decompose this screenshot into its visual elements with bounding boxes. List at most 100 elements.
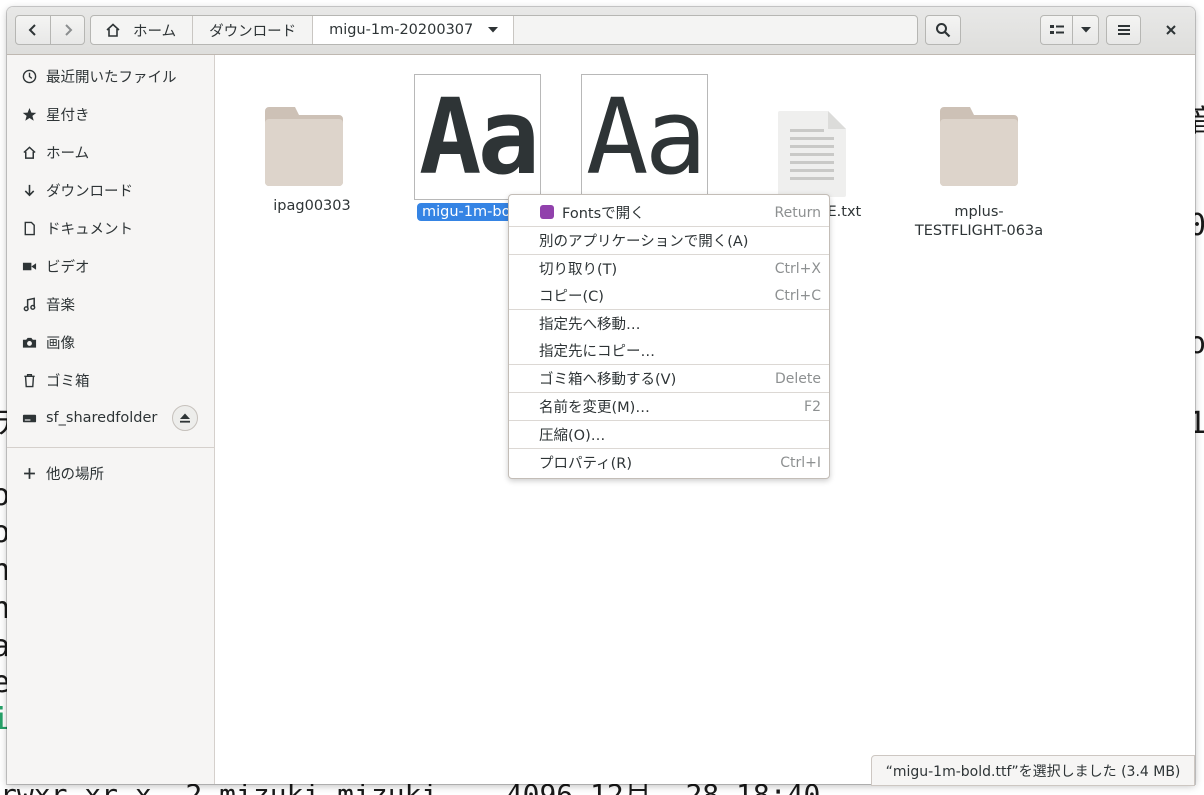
clock-icon bbox=[20, 67, 38, 85]
breadcrumb: ホーム ダウンロード migu-1m-20200307 bbox=[90, 15, 918, 45]
menu-item-label: Fontsで開く bbox=[562, 206, 645, 222]
home-icon bbox=[106, 23, 120, 37]
back-button[interactable] bbox=[15, 15, 51, 45]
menu-item-open-with-fonts[interactable]: Fontsで開く Return bbox=[509, 199, 829, 226]
menu-item-accelerator: Delete bbox=[775, 370, 821, 387]
sidebar-item-downloads[interactable]: ダウンロード bbox=[7, 172, 214, 208]
breadcrumb-downloads[interactable]: ダウンロード bbox=[193, 16, 314, 44]
dropdown-triangle-icon bbox=[488, 27, 499, 33]
font-thumbnail-bold[interactable]: Aa bbox=[414, 74, 541, 200]
breadcrumb-label: ダウンロード bbox=[209, 23, 297, 40]
drive-icon bbox=[20, 409, 38, 427]
context-menu: Fontsで開く Return 別のアプリケーションで開く(A) 切り取り(T)… bbox=[508, 194, 830, 479]
breadcrumb-label: migu-1m-20200307 bbox=[329, 22, 474, 38]
sidebar-item-trash[interactable]: ゴミ箱 bbox=[7, 362, 214, 398]
folder-item[interactable] bbox=[265, 107, 343, 190]
sidebar-item-home[interactable]: ホーム bbox=[7, 134, 214, 170]
menu-item-label: コピー(C) bbox=[539, 289, 604, 305]
font-preview-text: Aa bbox=[585, 76, 707, 198]
sidebar-item-videos[interactable]: ビデオ bbox=[7, 248, 214, 284]
sidebar-item-pictures[interactable]: 画像 bbox=[7, 324, 214, 360]
close-button[interactable] bbox=[1155, 15, 1187, 45]
sidebar-item-documents[interactable]: ドキュメント bbox=[7, 210, 214, 246]
menu-item-copy-to[interactable]: 指定先にコピー… bbox=[509, 337, 829, 364]
menu-item-cut[interactable]: 切り取り(T) Ctrl+X bbox=[509, 255, 829, 282]
menu-item-accelerator: Return bbox=[774, 204, 821, 221]
menu-item-label: 別のアプリケーションで開く(A) bbox=[539, 234, 749, 250]
menu-item-move-to[interactable]: 指定先へ移動… bbox=[509, 310, 829, 337]
selection-status: “migu-1m-bold.ttf”を選択しました (3.4 MB) bbox=[871, 755, 1195, 786]
sidebar-item-label: 音楽 bbox=[46, 297, 75, 314]
folder-icon bbox=[940, 107, 1018, 186]
menu-item-properties[interactable]: プロパティ(R) Ctrl+I bbox=[509, 449, 829, 476]
document-icon bbox=[20, 219, 38, 237]
sidebar-divider bbox=[7, 447, 214, 448]
trash-icon bbox=[20, 371, 38, 389]
breadcrumb-label: ホーム bbox=[133, 23, 177, 40]
sidebar-item-label: ドキュメント bbox=[46, 221, 133, 238]
menu-item-label: 指定先へ移動… bbox=[539, 317, 641, 333]
sidebar-item-music[interactable]: 音楽 bbox=[7, 286, 214, 322]
sidebar-item-label: 最近開いたファイル bbox=[46, 69, 177, 86]
sidebar: 最近開いたファイル 星付き ホーム ダウンロード ドキュメント ビデオ 音楽 画… bbox=[7, 55, 215, 784]
chevron-left-icon bbox=[28, 24, 36, 36]
file-name: mplus- TESTFLIGHT-063a bbox=[904, 203, 1054, 241]
menu-item-accelerator: Ctrl+C bbox=[774, 287, 821, 304]
music-note-icon bbox=[20, 295, 38, 313]
close-icon bbox=[1166, 25, 1176, 35]
sidebar-item-recent[interactable]: 最近開いたファイル bbox=[7, 58, 214, 94]
headerbar: ホーム ダウンロード migu-1m-20200307 bbox=[7, 7, 1195, 55]
file-name-line: mplus- bbox=[954, 204, 1004, 220]
sidebar-item-label: ゴミ箱 bbox=[46, 373, 90, 390]
plus-icon bbox=[20, 464, 38, 482]
font-thumbnail-regular[interactable]: Aa bbox=[581, 74, 708, 200]
menu-button[interactable] bbox=[1106, 15, 1141, 45]
download-arrow-icon bbox=[20, 181, 38, 199]
eject-button[interactable] bbox=[172, 405, 198, 431]
dropdown-triangle-icon bbox=[1080, 27, 1091, 33]
menu-item-label: プロパティ(R) bbox=[539, 456, 633, 472]
sidebar-item-label: ホーム bbox=[46, 145, 90, 162]
menu-item-open-with-other[interactable]: 別のアプリケーションで開く(A) bbox=[509, 227, 829, 254]
hamburger-menu-icon bbox=[1117, 25, 1130, 35]
menu-item-label: 名前を変更(M)… bbox=[539, 400, 650, 416]
folder-icon bbox=[265, 107, 343, 186]
search-icon bbox=[936, 23, 951, 38]
menu-item-label: 指定先にコピー… bbox=[539, 344, 655, 360]
menu-item-compress[interactable]: 圧縮(O)… bbox=[509, 421, 829, 448]
menu-item-copy[interactable]: コピー(C) Ctrl+C bbox=[509, 282, 829, 309]
sidebar-item-starred[interactable]: 星付き bbox=[7, 96, 214, 132]
eject-icon bbox=[180, 413, 190, 423]
sidebar-item-label: 他の場所 bbox=[46, 466, 104, 483]
video-icon bbox=[20, 257, 38, 275]
menu-item-accelerator: F2 bbox=[804, 398, 821, 415]
sidebar-item-label: 画像 bbox=[46, 335, 75, 352]
text-file-item[interactable] bbox=[778, 111, 846, 201]
sidebar-item-label: ビデオ bbox=[46, 259, 90, 276]
chevron-right-icon bbox=[64, 24, 72, 36]
fonts-app-icon bbox=[540, 205, 554, 219]
menu-item-rename[interactable]: 名前を変更(M)… F2 bbox=[509, 393, 829, 420]
menu-item-label: 切り取り(T) bbox=[539, 262, 618, 278]
forward-button[interactable] bbox=[50, 15, 85, 45]
search-button[interactable] bbox=[925, 15, 961, 45]
folder-item[interactable] bbox=[940, 107, 1018, 190]
breadcrumb-home[interactable]: ホーム bbox=[91, 16, 194, 44]
sidebar-item-label: ダウンロード bbox=[46, 183, 133, 200]
file-name: ipag00303 bbox=[273, 198, 351, 214]
font-preview-text: Aa bbox=[418, 76, 540, 198]
view-options-button[interactable] bbox=[1072, 15, 1099, 45]
menu-item-label: ゴミ箱へ移動する(V) bbox=[539, 372, 677, 388]
sidebar-item-label: sf_sharedfolder bbox=[46, 410, 158, 426]
camera-icon bbox=[20, 333, 38, 351]
menu-item-move-to-trash[interactable]: ゴミ箱へ移動する(V) Delete bbox=[509, 365, 829, 392]
text-file-icon bbox=[778, 111, 846, 197]
list-view-icon bbox=[1049, 25, 1064, 34]
sidebar-item-sf-sharedfolder[interactable]: sf_sharedfolder bbox=[7, 400, 214, 436]
breadcrumb-current-folder[interactable]: migu-1m-20200307 bbox=[313, 16, 515, 44]
view-mode-button[interactable] bbox=[1040, 15, 1073, 45]
menu-item-label: 圧縮(O)… bbox=[539, 428, 606, 444]
sidebar-item-other-locations[interactable]: 他の場所 bbox=[7, 455, 214, 491]
sidebar-item-label: 星付き bbox=[46, 107, 90, 124]
menu-item-accelerator: Ctrl+X bbox=[774, 260, 821, 277]
